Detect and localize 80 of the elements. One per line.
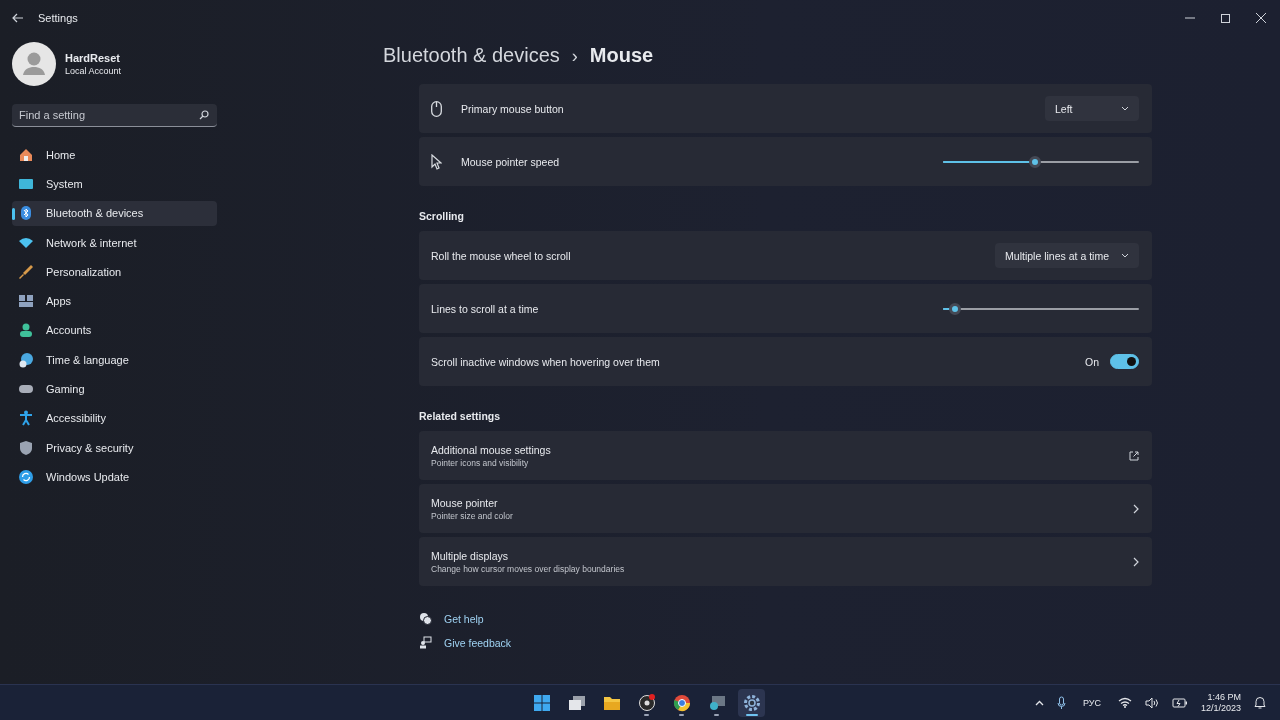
pointer-icon	[431, 153, 442, 170]
microphone-icon[interactable]	[1056, 695, 1066, 710]
windows-stack-icon	[567, 693, 586, 712]
window-title: Settings	[38, 12, 78, 24]
windows-logo-icon	[532, 693, 551, 712]
nav-item[interactable]: Apps	[12, 288, 217, 314]
setting-card[interactable]: Mouse pointer Pointer size and color	[419, 484, 1152, 533]
setting-label: Mouse pointer	[431, 496, 499, 509]
slider[interactable]	[943, 302, 1139, 315]
nav-item[interactable]: Accessibility	[12, 405, 217, 431]
browser-icon	[672, 693, 691, 712]
setting-label: Scroll inactive windows when hovering over them	[431, 355, 661, 368]
help-icon	[419, 612, 432, 625]
nav-item[interactable]: Windows Update	[12, 464, 217, 490]
nav-item[interactable]: Bluetooth & devices	[12, 200, 217, 226]
help-link[interactable]: Get help	[444, 612, 484, 625]
home-icon	[18, 146, 34, 163]
chevron-right-icon	[1133, 556, 1139, 567]
setting-description: Pointer size and color	[431, 510, 514, 521]
update-icon	[18, 468, 34, 485]
nav-item[interactable]: Accounts	[12, 317, 217, 344]
wifi-icon[interactable]	[1117, 697, 1132, 708]
battery-icon[interactable]	[1171, 697, 1188, 708]
breadcrumb-separator: ›	[571, 46, 578, 67]
breadcrumb-parent[interactable]: Bluetooth & devices	[383, 44, 560, 67]
speaker-icon[interactable]	[1144, 696, 1159, 709]
input-language[interactable]: РУС	[1082, 697, 1101, 708]
close-icon[interactable]	[1256, 13, 1266, 23]
mouse-icon	[431, 100, 442, 117]
clock-date[interactable]: 12/1/2023	[1200, 703, 1241, 713]
nav-item[interactable]: Gaming	[12, 376, 217, 402]
account-type: Local Account	[65, 66, 122, 76]
apps-icon	[18, 293, 34, 310]
record-icon	[637, 693, 656, 712]
toggle-switch[interactable]	[1110, 354, 1139, 369]
chevron-up-icon[interactable]	[1034, 699, 1044, 706]
shield-icon	[18, 439, 34, 456]
access-icon	[18, 410, 34, 427]
dropdown[interactable]: Left	[1045, 96, 1139, 121]
setting-description: Change how cursor moves over display boundaries	[431, 563, 626, 574]
back-icon[interactable]	[12, 13, 24, 23]
nav-item[interactable]: Home	[12, 142, 217, 168]
dropdown[interactable]: Multiple lines at a time	[995, 243, 1139, 268]
chevron-down-icon	[1121, 106, 1129, 111]
setting-label: Roll the mouse wheel to scroll	[431, 249, 572, 262]
search-icon	[199, 110, 209, 120]
maximize-icon[interactable]	[1221, 13, 1230, 23]
brush-icon	[18, 263, 34, 280]
help-link[interactable]: Give feedback	[444, 636, 512, 649]
gear-icon	[742, 693, 761, 712]
external-link-icon	[1129, 450, 1139, 461]
slider[interactable]	[943, 155, 1139, 168]
nav-item[interactable]: System	[12, 171, 217, 197]
section-heading: Related settings	[419, 410, 502, 422]
setting-label: Mouse pointer speed	[461, 155, 561, 168]
notification-bell-icon[interactable]	[1254, 696, 1266, 709]
person-icon	[18, 322, 34, 339]
chevron-down-icon	[1121, 253, 1129, 258]
avatar-icon	[12, 42, 56, 86]
setting-label: Multiple displays	[431, 549, 510, 562]
feedback-icon	[419, 636, 432, 649]
nav-item[interactable]: Personalization	[12, 259, 217, 285]
setting-card[interactable]: Multiple displays Change how cursor moves over display boundaries	[419, 537, 1152, 586]
setting-card[interactable]: Additional mouse settings Pointer icons and visibility	[419, 431, 1152, 480]
search-field[interactable]: Find a setting	[12, 104, 217, 127]
nav-item[interactable]: Network & internet	[12, 229, 217, 256]
setting-label: Lines to scroll at a time	[431, 302, 540, 315]
section-heading: Scrolling	[419, 210, 465, 222]
clock-time[interactable]: 1:46 PM	[1207, 692, 1241, 702]
bluetooth-icon	[18, 205, 34, 222]
setting-label: Additional mouse settings	[431, 443, 552, 456]
nav-item[interactable]: Time & language	[12, 347, 217, 373]
chevron-right-icon	[1133, 503, 1139, 514]
account-name: HardReset	[65, 52, 122, 64]
toggle-state: On	[1085, 355, 1099, 368]
nav-item[interactable]: Privacy & security	[12, 434, 217, 461]
page-title: Mouse	[589, 44, 654, 67]
setting-description: Pointer icons and visibility	[431, 457, 530, 468]
taskbar-app[interactable]	[738, 688, 765, 717]
setting-label: Primary mouse button	[461, 102, 565, 115]
